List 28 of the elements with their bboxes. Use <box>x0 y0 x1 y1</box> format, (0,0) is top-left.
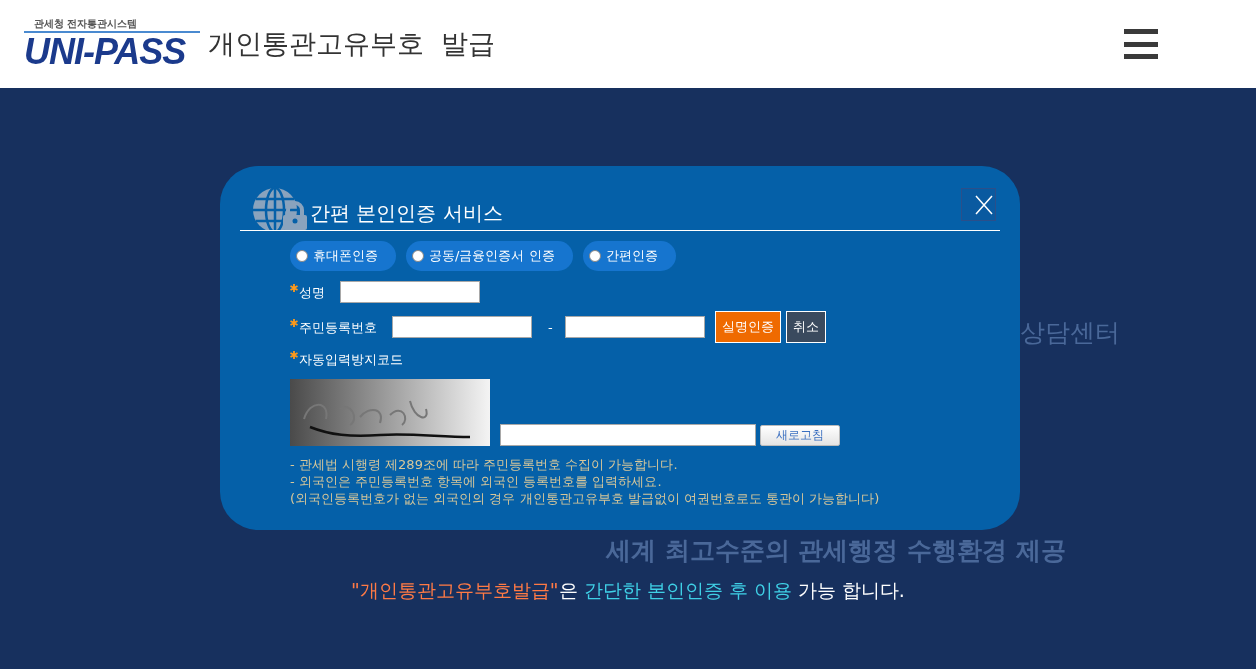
field-label: 성명 <box>299 284 325 302</box>
globe-lock-icon <box>250 186 310 230</box>
note-text: (외국인등록번호가 없는 외국인의 경우 개인통관고유부호 발급없이 여권번호로도 통관이 가능합니다) <box>290 490 880 507</box>
verify-button[interactable]: 실명인증 <box>714 311 781 343</box>
name-input[interactable] <box>340 281 480 303</box>
captcha-input[interactable] <box>500 424 756 446</box>
field-label: 자동입력방지코드 <box>299 351 403 369</box>
note-text: - 관세법 시행령 제289조에 따라 주민등록번호 수집이 가능합니다. <box>290 456 678 473</box>
logo-caption: 관세청 전자통관시스템 <box>34 17 139 31</box>
logo[interactable]: UNI-PASS <box>24 31 200 71</box>
rrn-back-input[interactable] <box>564 316 705 338</box>
close-button[interactable] <box>961 188 996 221</box>
auth-option[interactable]: 공동/금융인증서 인증 <box>406 241 573 271</box>
auth-option[interactable]: 휴대폰인증 <box>290 241 396 271</box>
menu-icon[interactable] <box>1124 29 1158 59</box>
background-text: 세계 최고수준의 관세행정 수행환경 제공 <box>606 535 1066 567</box>
cancel-button[interactable]: 취소 <box>785 311 826 343</box>
separator: - <box>548 319 553 335</box>
note-text: - 외국인은 주민등록번호 항목에 외국인 등록번호를 입력하세요. <box>290 473 662 490</box>
background-text: 상담센터 <box>1020 317 1120 349</box>
info-message: "개인통관고유부호발급"은 간단한 본인인증 후 이용 가능 합니다. <box>351 579 905 601</box>
dialog-title: 간편 본인인증 서비스 <box>310 200 503 227</box>
refresh-button[interactable]: 새로고침 <box>760 425 840 446</box>
auth-option[interactable]: 간편인증 <box>582 241 676 271</box>
page-title: 개인통관고유부호 발급 <box>208 27 496 61</box>
field-label: 주민등록번호 <box>299 319 377 337</box>
rrn-front-input[interactable] <box>392 316 532 338</box>
close-icon <box>974 194 993 215</box>
